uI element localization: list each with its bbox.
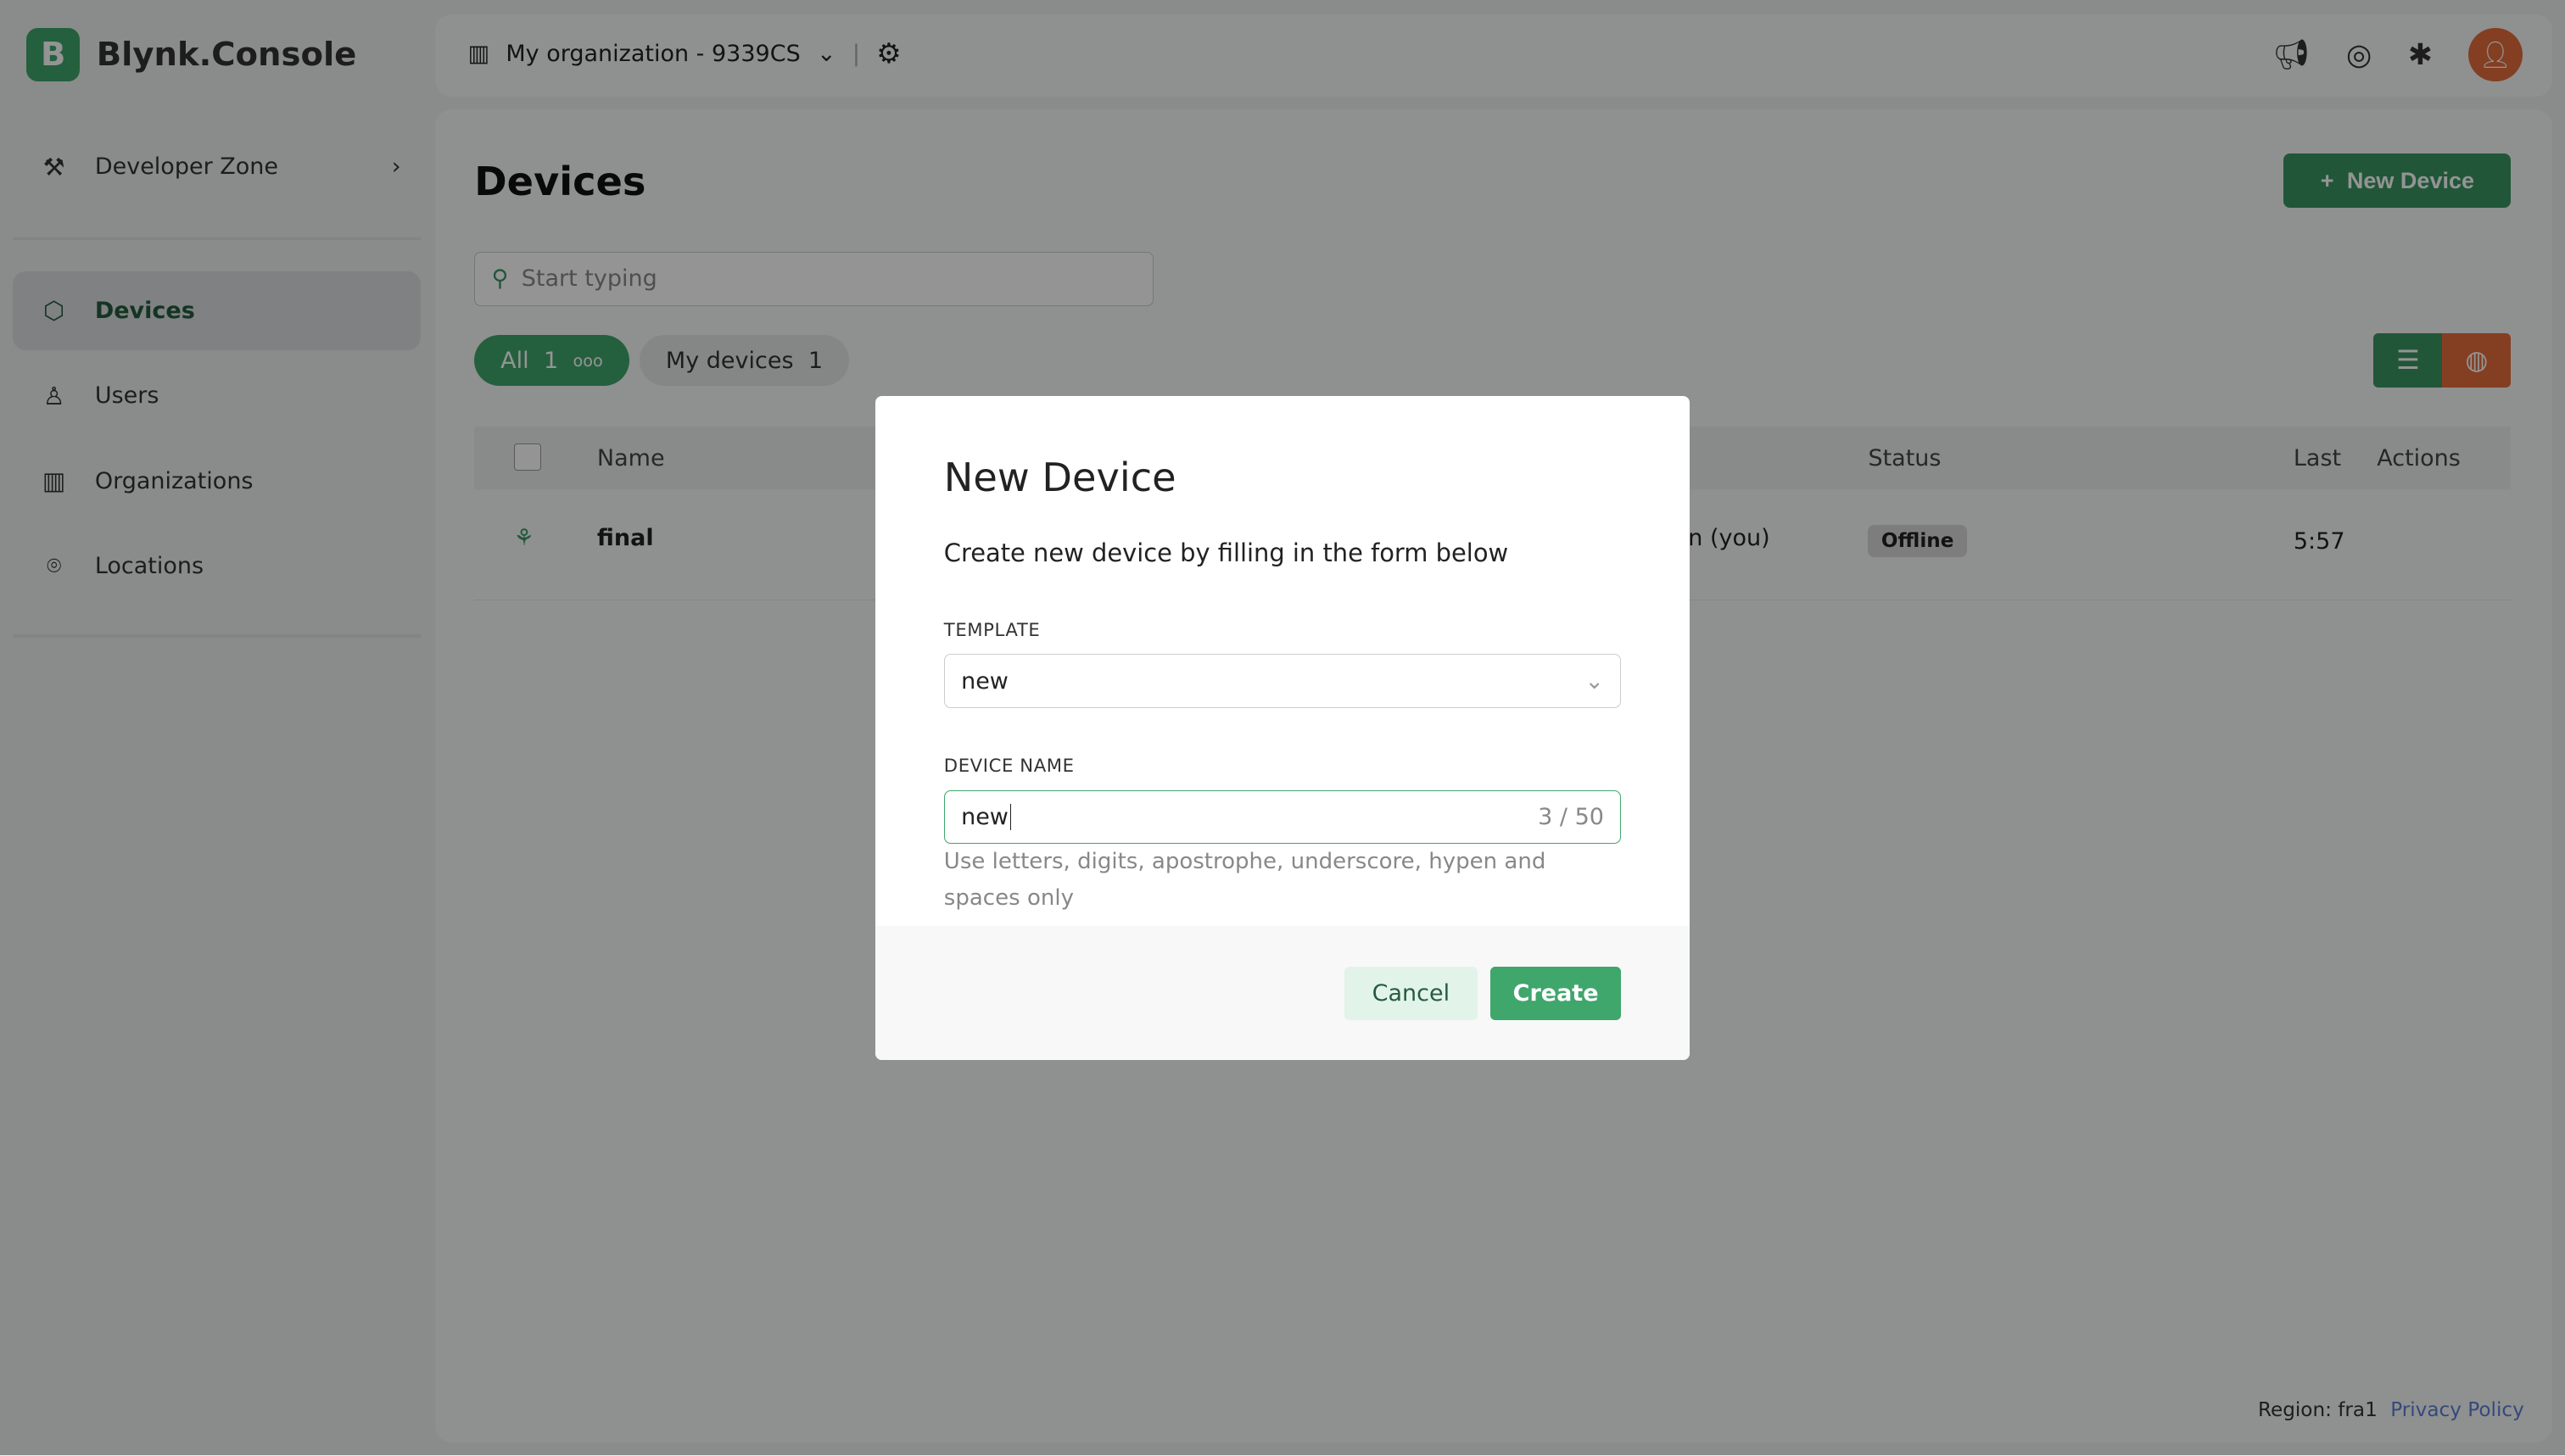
device-name-label: DEVICE NAME: [943, 756, 1075, 777]
template-select[interactable]: new ⌄: [943, 654, 1622, 709]
device-name-hint: Use letters, digits, apostrophe, undersc…: [943, 849, 1546, 911]
dialog-subtitle: Create new device by filling in the form…: [943, 538, 1509, 567]
dialog-title: New Device: [943, 455, 1176, 501]
device-name-input[interactable]: new 3 / 50: [943, 789, 1622, 845]
create-button[interactable]: Create: [1489, 966, 1622, 1021]
template-value: new: [961, 667, 1009, 695]
cancel-button[interactable]: Cancel: [1344, 966, 1478, 1021]
template-label: TEMPLATE: [943, 619, 1041, 641]
new-device-dialog: New Device Create new device by filling …: [875, 395, 1690, 1060]
device-name-value: new: [961, 803, 1011, 830]
dialog-footer: Cancel Create: [875, 925, 1690, 1060]
chevron-down-icon: ⌄: [1584, 667, 1604, 695]
char-counter: 3 / 50: [1538, 803, 1604, 830]
